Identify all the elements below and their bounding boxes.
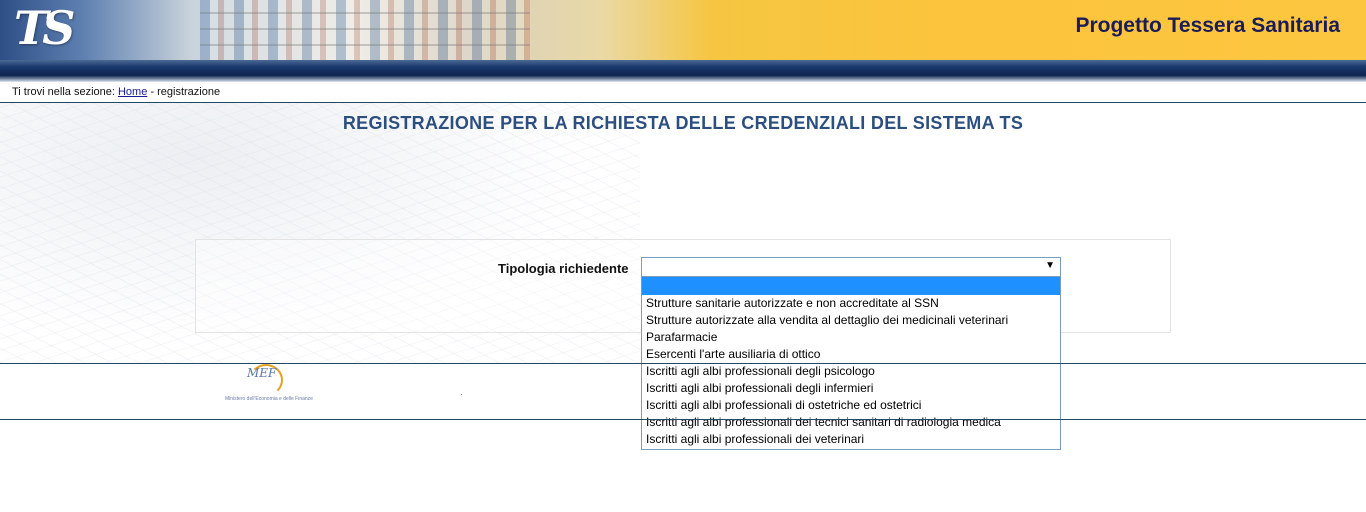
tipologia-select[interactable]: ▼ bbox=[641, 257, 1061, 277]
dropdown-arrow-icon[interactable]: ▼ bbox=[1045, 260, 1055, 271]
breadcrumb: Ti trovi nella sezione: Home - registraz… bbox=[12, 86, 220, 98]
breadcrumb-prefix: Ti trovi nella sezione: bbox=[12, 86, 115, 98]
ts-logo: TS bbox=[14, 1, 76, 55]
option-veterinari[interactable]: Iscritti agli albi professionali dei vet… bbox=[642, 431, 1060, 448]
mef-logo: MEF bbox=[247, 366, 277, 380]
breadcrumb-separator: - bbox=[150, 86, 155, 98]
option-parafarmacie[interactable]: Parafarmacie bbox=[642, 329, 1060, 346]
footer-dot bbox=[461, 394, 462, 395]
option-infermieri[interactable]: Iscritti agli albi professionali degli i… bbox=[642, 380, 1060, 397]
breadcrumb-current: registrazione bbox=[157, 86, 221, 98]
option-empty[interactable] bbox=[642, 277, 1060, 295]
header-navy-bar bbox=[0, 60, 1366, 82]
tipologia-label: Tipologia richiedente bbox=[498, 261, 629, 276]
option-strutture-veterinari[interactable]: Strutture autorizzate alla vendita al de… bbox=[642, 312, 1060, 329]
breadcrumb-home-link[interactable]: Home bbox=[118, 86, 147, 98]
header-banner: TS Progetto Tessera Sanitaria bbox=[0, 0, 1366, 60]
ministry-name: Ministero dell'Economia e delle Finanze bbox=[225, 396, 313, 402]
footer-top-divider bbox=[0, 363, 1366, 364]
option-ostetriche[interactable]: Iscritti agli albi professionali di oste… bbox=[642, 397, 1060, 414]
pharmacy-shelves-lines bbox=[200, 0, 530, 60]
option-ottico[interactable]: Esercenti l'arte ausiliaria di ottico bbox=[642, 346, 1060, 363]
banner-title: Progetto Tessera Sanitaria bbox=[1075, 14, 1340, 37]
option-psicologo[interactable]: Iscritti agli albi professionali degli p… bbox=[642, 363, 1060, 380]
page-title: REGISTRAZIONE PER LA RICHIESTA DELLE CRE… bbox=[342, 113, 1024, 133]
option-tecnici-radiologia[interactable]: Iscritti agli albi professionali dei tec… bbox=[642, 414, 1060, 431]
footer-bottom-divider bbox=[0, 419, 1366, 420]
option-strutture-sanitarie[interactable]: Strutture sanitarie autorizzate e non ac… bbox=[642, 295, 1060, 312]
